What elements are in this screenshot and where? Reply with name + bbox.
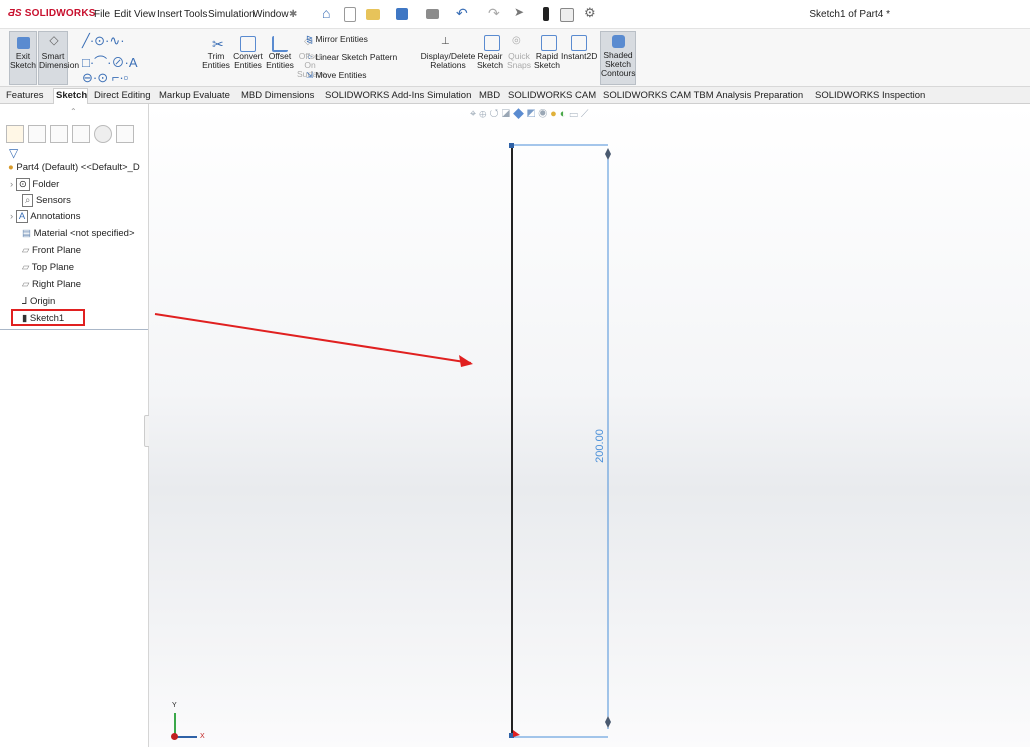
save-icon[interactable] <box>396 8 408 20</box>
quick-snaps-button[interactable]: Quick Snaps <box>506 52 532 70</box>
shaded-contours-label: Shaded Sketch Contours <box>601 50 636 78</box>
dimension-label[interactable]: 200.00 <box>592 428 606 468</box>
expand-icon[interactable]: › <box>10 179 16 190</box>
more-tabs-icon[interactable] <box>116 125 134 143</box>
document-title: Sketch1 of Part4 * <box>809 9 890 20</box>
home-icon[interactable]: ⌂ <box>322 5 338 21</box>
triad-x-axis <box>175 736 197 738</box>
pin-icon[interactable]: ✱ <box>289 9 297 20</box>
tab-mbd[interactable]: MBD <box>479 90 500 101</box>
material-icon: ▤ <box>22 228 31 239</box>
smart-dimension-button[interactable]: ◇ Smart Dimension <box>38 31 79 85</box>
shaded-sketch-contours-button[interactable]: Shaded Sketch Contours <box>600 31 636 85</box>
linear-sketch-pattern-button[interactable]: ⁘ Linear Sketch Pattern <box>306 52 397 63</box>
repair-icon <box>484 35 500 51</box>
print-icon[interactable] <box>426 9 439 19</box>
triad-x-label: X <box>200 733 205 740</box>
display-delete-relations-button[interactable]: Display/Delete Relations <box>416 52 480 70</box>
sketch-canvas[interactable] <box>149 104 1030 747</box>
undo-icon[interactable]: ↶ <box>456 5 472 21</box>
menu-tools[interactable]: Tools <box>184 9 207 20</box>
slot-tool-icon[interactable]: ⊖·⊙ ⌐·▫ <box>82 70 128 86</box>
trim-entities-button[interactable]: Trim Entities <box>202 52 230 70</box>
property-manager-tab-icon[interactable] <box>28 125 46 143</box>
sketch-icon: ▮ <box>22 313 28 324</box>
tab-analysis-preparation[interactable]: Analysis Preparation <box>716 90 803 101</box>
exit-sketch-button[interactable]: Exit Sketch <box>9 31 37 85</box>
sensors-icon: ⌕ <box>22 194 34 207</box>
plane-icon: ▱ <box>22 279 30 290</box>
dimension-arrow-top <box>605 148 611 160</box>
shaded-contours-icon <box>612 35 625 48</box>
rectangle-tool-icon[interactable]: □·⌒·⊘·A <box>82 52 138 71</box>
rebuild-icon[interactable] <box>543 7 549 21</box>
convert-entities-button[interactable]: Convert Entities <box>232 52 264 70</box>
mirror-entities-button[interactable]: ⧎ Mirror Entities <box>306 34 368 45</box>
expand-icon[interactable]: › <box>10 211 16 222</box>
solidworks-logo[interactable]: ƋS SOLIDWORKS <box>8 8 96 19</box>
menu-insert[interactable]: Insert <box>157 9 182 20</box>
dimension-value: 200.00 <box>594 429 606 463</box>
tab-direct-editing[interactable]: Direct Editing <box>94 90 151 101</box>
tab-markup[interactable]: Markup <box>159 90 191 101</box>
tab-sketch[interactable]: Sketch <box>56 90 87 101</box>
feature-manager-tab-icon[interactable] <box>6 125 24 143</box>
offset-icon <box>272 36 288 52</box>
plane-icon: ▱ <box>22 262 30 273</box>
filter-icon[interactable]: ▽ <box>9 146 18 160</box>
new-document-icon[interactable] <box>344 7 356 22</box>
trim-icon: ✂ <box>212 36 224 52</box>
tab-features[interactable]: Features <box>6 90 44 101</box>
dimension-arrow-bottom <box>605 716 611 728</box>
smart-dimension-icon: ◇ <box>49 33 59 47</box>
select-icon[interactable]: ➤ <box>514 5 530 21</box>
tab-evaluate[interactable]: Evaluate <box>193 90 230 101</box>
tab-solidworks-inspection[interactable]: SOLIDWORKS Inspection <box>815 90 925 101</box>
offset-entities-button[interactable]: Offset Entities <box>264 52 296 70</box>
convert-icon <box>240 36 256 52</box>
callout-arrow-head <box>459 355 473 367</box>
annotations-icon: A <box>15 210 29 223</box>
origin-marker-icon <box>513 730 520 737</box>
tree-root-part[interactable]: ● Part4 (Default) <<Default>_D <box>8 162 148 178</box>
dimxpert-tab-icon[interactable] <box>72 125 90 143</box>
instant2d-button[interactable]: Instant2D <box>561 52 597 61</box>
origin-icon: ⅃ <box>22 296 28 307</box>
repair-sketch-button[interactable]: Repair Sketch <box>476 52 504 70</box>
folder-icon: ⊙ <box>15 178 30 191</box>
menu-edit[interactable]: Edit <box>114 9 131 20</box>
exit-sketch-label: Exit Sketch <box>10 51 36 70</box>
move-entities-button[interactable]: ⇲ Move Entities <box>306 70 367 81</box>
tab-solidworks-cam[interactable]: SOLIDWORKS CAM <box>508 90 596 101</box>
triad-origin-icon <box>171 733 178 740</box>
collapse-arrow-icon[interactable]: ⌃ <box>70 107 77 116</box>
menu-window[interactable]: Window <box>253 9 289 20</box>
options-gear-icon[interactable]: ⚙ <box>584 5 600 21</box>
triad-y-label: Y <box>172 702 177 709</box>
callout-arrow-line <box>154 313 472 364</box>
exit-sketch-icon <box>17 37 30 49</box>
line-tool-icon[interactable]: ╱·⊙·∿· <box>82 33 125 49</box>
endpoint-top[interactable] <box>509 143 514 148</box>
tree-rollback-bar[interactable] <box>0 329 148 330</box>
rapid-sketch-button[interactable]: Rapid Sketch <box>533 52 561 70</box>
plane-icon: ▱ <box>22 245 30 256</box>
rapid-sketch-icon <box>541 35 557 51</box>
tab-mbd-dimensions[interactable]: MBD Dimensions <box>241 90 314 101</box>
quick-snaps-icon: ◎ <box>512 35 521 46</box>
open-icon[interactable] <box>366 9 380 20</box>
menu-file[interactable]: File <box>94 9 110 20</box>
configuration-manager-tab-icon[interactable] <box>50 125 68 143</box>
relations-icon: ⊥ <box>441 36 450 47</box>
menu-view[interactable]: View <box>134 9 156 20</box>
tab-solidworks-cam-tbm[interactable]: SOLIDWORKS CAM TBM <box>603 90 714 101</box>
redo-icon[interactable]: ↷ <box>488 5 504 21</box>
file-properties-icon[interactable] <box>560 8 574 22</box>
instant2d-icon <box>571 35 587 51</box>
tab-simulation[interactable]: Simulation <box>427 90 471 101</box>
display-manager-tab-icon[interactable] <box>94 125 112 143</box>
menu-simulation[interactable]: Simulation <box>208 9 255 20</box>
logo-icon: ƋS <box>8 8 25 19</box>
tab-solidworks-add-ins[interactable]: SOLIDWORKS Add-Ins <box>325 90 424 101</box>
